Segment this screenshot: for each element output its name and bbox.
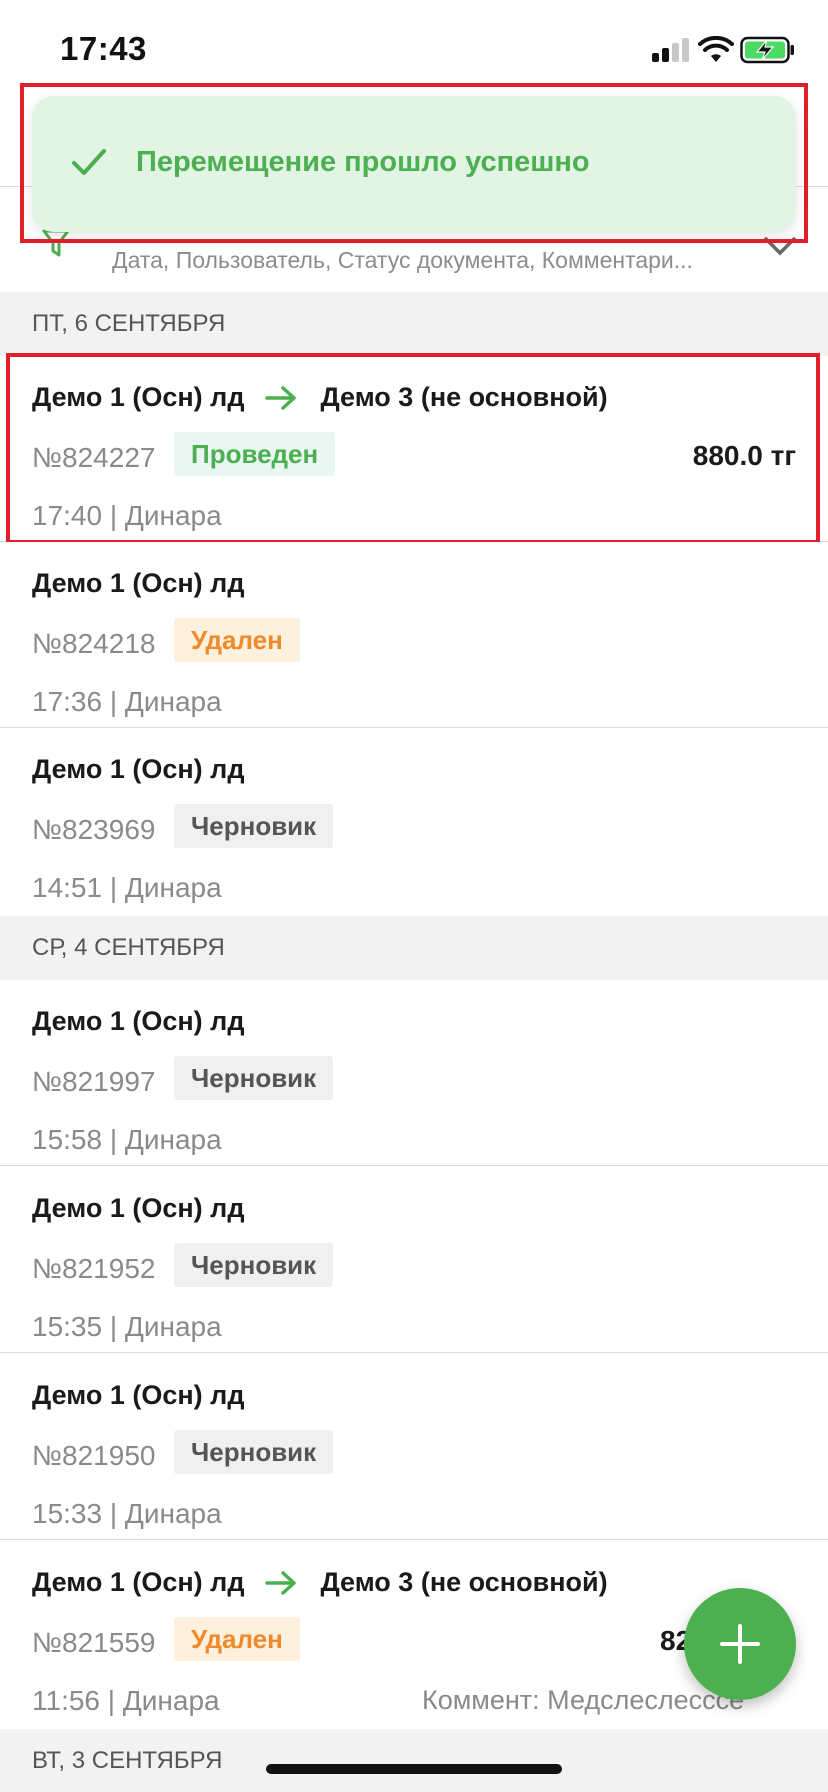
- document-time-user: 14:51 | Динара: [32, 872, 222, 903]
- arrow-right-icon: [265, 1570, 297, 1595]
- date-header: ПТ, 6 СЕНТЯБРЯ: [0, 292, 828, 356]
- battery-charging-icon: [740, 36, 794, 64]
- document-route: Демо 1 (Осн) лд: [32, 1380, 244, 1411]
- document-time-user: 17:36 | Динара: [32, 686, 222, 717]
- document-sum: 880.0 тг: [692, 440, 796, 471]
- status-badge: Черновик: [174, 1430, 334, 1474]
- route-from: Демо 1 (Осн) лд: [32, 568, 245, 598]
- document-row[interactable]: Демо 1 (Осн) лд №824218 Удален 17:36 | Д…: [0, 542, 828, 728]
- document-time-user: 15:58 | Динара: [32, 1124, 222, 1155]
- route-from: Демо 1 (Осн) лд: [32, 1193, 245, 1223]
- status-badge: Удален: [174, 618, 300, 662]
- document-route: Демо 1 (Осн) лд: [32, 568, 244, 599]
- document-time-user: 17:40 | Динара: [32, 500, 222, 531]
- document-route: Демо 1 (Осн) лд: [32, 1006, 244, 1037]
- document-row[interactable]: Демо 1 (Осн) лд Демо 3 (не основной) №82…: [0, 356, 828, 542]
- filter-subtitle: Дата, Пользователь, Статус документа, Ко…: [112, 247, 693, 273]
- add-document-button[interactable]: [684, 1588, 796, 1700]
- document-route: Демо 1 (Осн) лд Демо 3 (не основной): [32, 1567, 608, 1598]
- arrow-right-icon: [265, 385, 297, 410]
- document-number: №824218: [32, 628, 156, 659]
- document-comment: Коммент: Медслеслесссе: [422, 1685, 745, 1715]
- document-time-user: 15:33 | Динара: [32, 1498, 222, 1529]
- chevron-down-icon[interactable]: [760, 231, 800, 259]
- document-row[interactable]: Демо 1 (Осн) лд №821950 Черновик 15:33 |…: [0, 1354, 828, 1540]
- document-row[interactable]: Демо 1 (Осн) лд №821997 Черновик 15:58 |…: [0, 980, 828, 1166]
- document-time-user: 11:56 | Динара: [32, 1685, 220, 1716]
- home-indicator[interactable]: [266, 1764, 562, 1774]
- status-badge: Удален: [174, 1617, 300, 1661]
- date-header: СР, 4 СЕНТЯБРЯ: [0, 916, 828, 980]
- route-to: Демо 3 (не основной): [320, 382, 608, 412]
- route-from: Демо 1 (Осн) лд: [32, 754, 245, 784]
- toast-message: Перемещение прошло успешно: [136, 146, 590, 178]
- success-toast[interactable]: Перемещение прошло успешно: [32, 96, 796, 232]
- document-row[interactable]: Демо 1 (Осн) лд №821952 Черновик 15:35 |…: [0, 1167, 828, 1353]
- route-from: Демо 1 (Осн) лд: [32, 1380, 245, 1410]
- status-time: 17:43: [60, 30, 147, 67]
- document-row[interactable]: Демо 1 (Осн) лд №823969 Черновик 14:51 |…: [0, 728, 828, 914]
- status-badge: Черновик: [174, 1243, 334, 1287]
- document-number: №824227: [32, 442, 156, 473]
- wifi-icon: [698, 36, 734, 62]
- status-badge: Проведен: [174, 432, 336, 476]
- status-badge: Черновик: [174, 804, 334, 848]
- route-to: Демо 3 (не основной): [320, 1567, 608, 1597]
- document-number: №821997: [32, 1066, 156, 1097]
- route-from: Демо 1 (Осн) лд: [32, 1567, 245, 1597]
- route-from: Демо 1 (Осн) лд: [32, 382, 245, 412]
- document-route: Демо 1 (Осн) лд: [32, 754, 244, 785]
- date-header: ВТ, 3 СЕНТЯБРЯ: [0, 1729, 828, 1792]
- document-number: №821952: [32, 1253, 156, 1284]
- status-bar: 17:43: [0, 0, 828, 100]
- document-number: №821559: [32, 1627, 156, 1658]
- document-route: Демо 1 (Осн) лд Демо 3 (не основной): [32, 382, 608, 413]
- document-route: Демо 1 (Осн) лд: [32, 1193, 244, 1224]
- check-icon: [72, 149, 106, 175]
- document-number: №821950: [32, 1440, 156, 1471]
- signal-icon: [652, 38, 692, 62]
- document-time-user: 15:35 | Динара: [32, 1311, 222, 1342]
- route-from: Демо 1 (Осн) лд: [32, 1006, 245, 1036]
- screen: 17:43 Дата, Пользователь, Статус докумен…: [0, 0, 828, 1792]
- status-badge: Черновик: [174, 1056, 334, 1100]
- document-number: №823969: [32, 814, 156, 845]
- plus-icon: [720, 1624, 760, 1664]
